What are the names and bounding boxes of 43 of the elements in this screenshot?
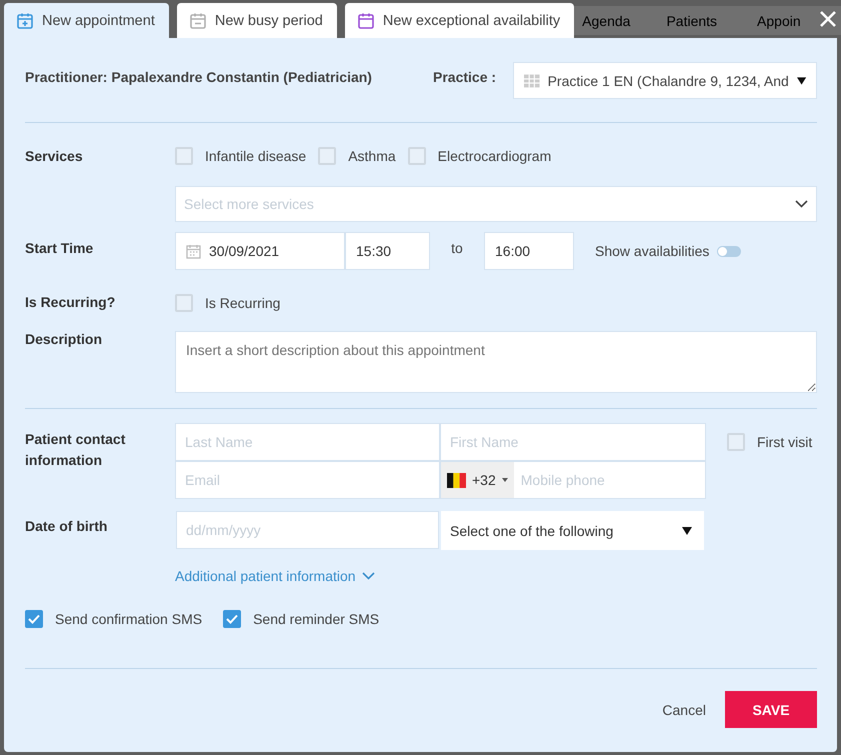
description-field[interactable]: Insert a short description about this appointment: [175, 331, 817, 393]
practitioner-name: Practitioner: Papalexandre Constantin (Pediatrician): [25, 68, 373, 85]
app-tab[interactable]: Agenda: [574, 12, 646, 28]
app-tab[interactable]: Patients: [646, 12, 738, 28]
toggle-switch[interactable]: [717, 246, 742, 256]
checkbox-label: Asthma: [348, 148, 396, 164]
calendar-icon: [186, 244, 201, 258]
date-field[interactable]: 30/09/2021: [175, 232, 345, 270]
dropdown-arrow-icon: [796, 76, 806, 84]
checkbox-label: First visit: [757, 434, 812, 450]
option-select[interactable]: Select one of the following: [441, 511, 704, 550]
cancel-button[interactable]: Cancel: [662, 702, 706, 718]
field-label: Is Recurring?: [25, 294, 116, 312]
chevron-down-icon: [362, 572, 375, 580]
dropdown-arrow-icon: [682, 526, 692, 534]
calendar-minus-icon: [188, 12, 207, 30]
field-label: Services: [25, 147, 84, 166]
field-label: Practice :: [433, 68, 498, 85]
calendar-icon: [356, 12, 375, 30]
checkbox-label: Infantile disease: [205, 148, 306, 164]
checkbox[interactable]: [25, 610, 43, 628]
checkbox[interactable]: [223, 610, 242, 628]
checkbox-label: Send reminder SMS: [253, 611, 380, 627]
time-field[interactable]: 15:30: [345, 232, 430, 270]
checkbox-label: Is Recurring: [205, 295, 280, 311]
field-label: Patient contact information: [25, 430, 126, 470]
save-button[interactable]: SAVE: [725, 691, 817, 728]
additional-info-link[interactable]: Additional patient information: [175, 568, 356, 584]
dialog-tab[interactable]: New appointment: [4, 3, 169, 38]
practice-select[interactable]: Practice 1 EN (Chalandre 9, 1234, And: [513, 62, 817, 99]
field-label: Date of birth: [25, 517, 108, 536]
dialog-tab[interactable]: New exceptional availability: [344, 3, 574, 38]
toggle-label: Show availabilities: [595, 243, 710, 259]
app-tab[interactable]: Appoin: [737, 12, 821, 28]
dialog-tab[interactable]: New busy period: [176, 3, 337, 38]
separator-text: to: [450, 240, 464, 258]
checkbox-label: Send confirmation SMS: [55, 611, 202, 627]
checkbox-label: Electrocardiogram: [438, 148, 552, 164]
field-label: Start Time: [25, 239, 94, 258]
chevron-down-icon: [795, 200, 808, 208]
calendar-plus-icon: [16, 12, 34, 30]
field-label: Description: [25, 331, 104, 349]
time-field[interactable]: 16:00: [484, 232, 574, 270]
